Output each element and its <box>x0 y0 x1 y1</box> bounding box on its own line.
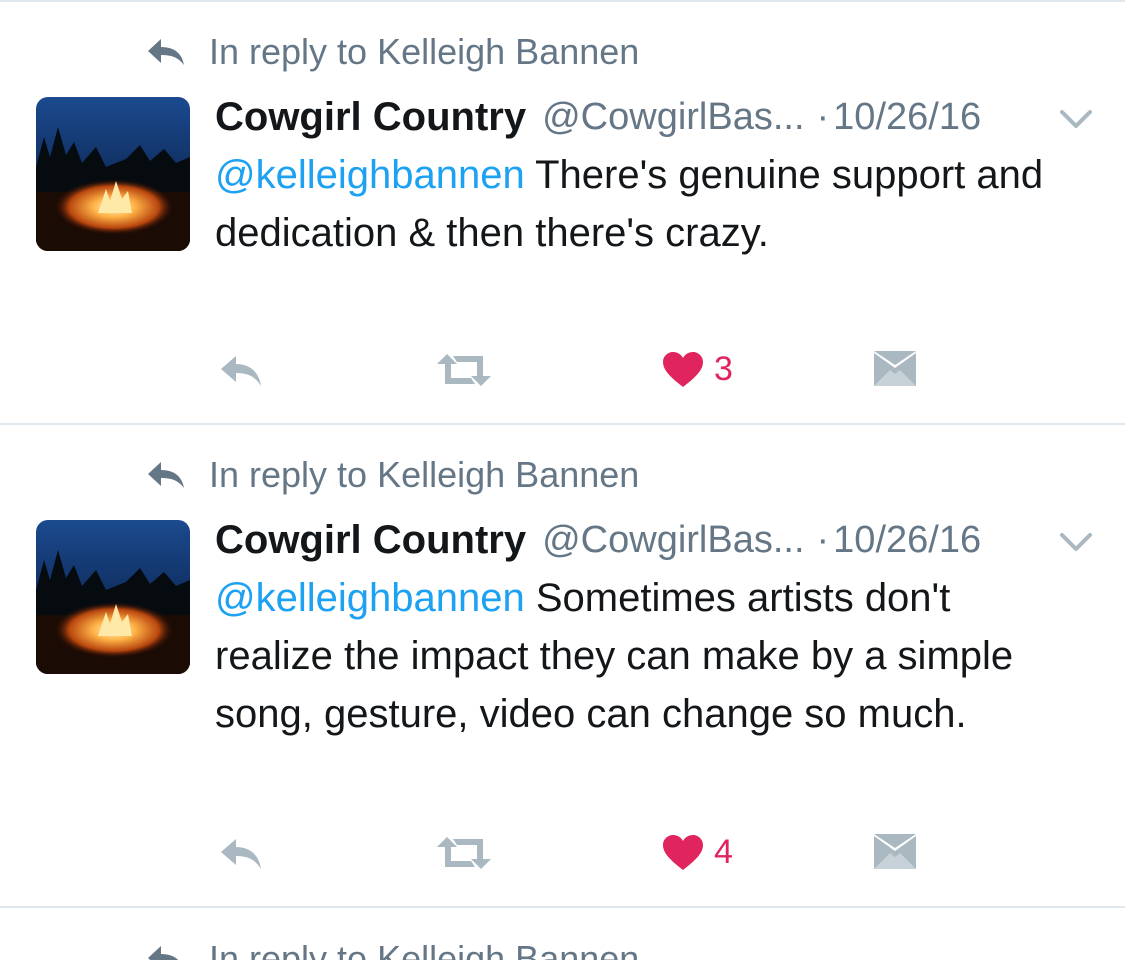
handle[interactable]: @CowgirlBas... <box>542 96 804 139</box>
divider <box>0 423 1125 425</box>
tweet-menu-button[interactable] <box>1058 527 1094 555</box>
tweet-header: Cowgirl Country @CowgirlBas... · 10/26/1… <box>215 516 981 564</box>
tweet-feed: In reply to Kelleigh Bannen Cowgirl Coun… <box>0 0 1125 960</box>
tweet-text: @kelleighbannen Sometimes artists don't … <box>215 569 1075 743</box>
reply-context[interactable]: In reply to Kelleigh Bannen <box>145 30 639 74</box>
avatar[interactable] <box>36 520 190 674</box>
reply-icon <box>221 356 261 386</box>
avatar[interactable] <box>36 97 190 251</box>
heart-icon <box>663 834 703 870</box>
envelope-icon <box>874 834 916 869</box>
like-button[interactable]: 4 <box>662 833 733 872</box>
divider <box>0 0 1125 2</box>
separator: · <box>816 518 830 561</box>
retweet-button[interactable] <box>435 352 493 388</box>
reply-button[interactable] <box>218 350 264 390</box>
dm-button[interactable] <box>873 833 917 871</box>
display-name[interactable]: Cowgirl Country <box>215 95 526 140</box>
chevron-down-icon <box>1060 110 1092 128</box>
retweet-icon <box>437 837 491 869</box>
divider <box>0 906 1125 908</box>
chevron-down-icon <box>1060 533 1092 551</box>
display-name[interactable]: Cowgirl Country <box>215 518 526 563</box>
reply-arrow-icon <box>148 946 179 960</box>
reply-arrow-icon <box>148 39 184 65</box>
reply-context-text: In reply to Kelleigh Bannen <box>209 454 640 495</box>
reply-context-text: In reply to Kelleigh Bannen <box>209 938 640 960</box>
mention-link[interactable]: @kelleighbannen <box>215 153 525 197</box>
like-button[interactable]: 3 <box>662 350 733 389</box>
handle[interactable]: @CowgirlBas... <box>542 519 804 562</box>
timestamp[interactable]: 10/26/16 <box>833 519 981 562</box>
tweet-text: @kelleighbannen There's genuine support … <box>215 146 1075 262</box>
retweet-button[interactable] <box>435 835 493 871</box>
heart-icon <box>663 351 703 387</box>
timestamp[interactable]: 10/26/16 <box>833 96 981 139</box>
retweet-icon <box>437 354 491 386</box>
tweet-header: Cowgirl Country @CowgirlBas... · 10/26/1… <box>215 93 981 141</box>
like-count: 4 <box>714 833 733 871</box>
avatar-image <box>36 520 190 674</box>
reply-context[interactable]: In reply to Kelleigh Bannen <box>145 453 639 497</box>
avatar-image <box>36 97 190 251</box>
dm-button[interactable] <box>873 350 917 388</box>
reply-button[interactable] <box>218 833 264 873</box>
reply-context[interactable]: In reply to Kelleigh Bannen <box>145 937 639 960</box>
separator: · <box>816 95 830 138</box>
tweet-menu-button[interactable] <box>1058 104 1094 132</box>
reply-arrow-icon <box>148 462 184 488</box>
reply-icon <box>221 839 261 869</box>
like-count: 3 <box>714 350 733 388</box>
reply-context-text: In reply to Kelleigh Bannen <box>209 31 640 72</box>
mention-link[interactable]: @kelleighbannen <box>215 576 525 620</box>
envelope-icon <box>874 351 916 386</box>
